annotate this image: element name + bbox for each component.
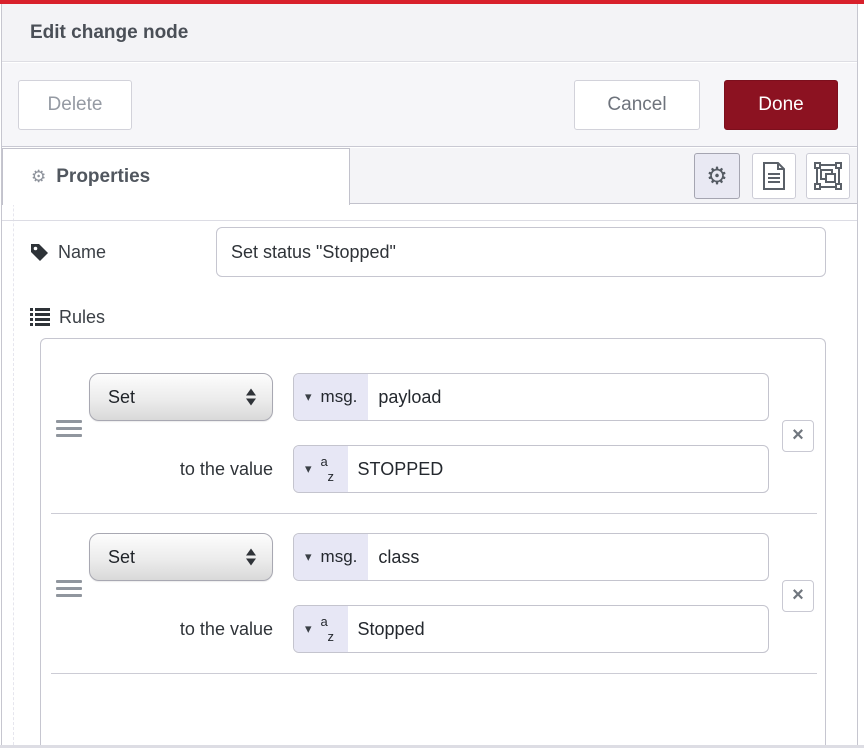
rule-property-typedinput: ▾ msg.	[293, 533, 769, 581]
rule-value-input[interactable]	[348, 446, 768, 492]
rule-separator	[51, 673, 817, 674]
done-button[interactable]: Done	[724, 80, 838, 130]
dialog-title: Edit change node	[2, 4, 857, 62]
typedinput-type-button[interactable]: ▾ msg.	[294, 374, 368, 420]
typedinput-type-button[interactable]: ▾ msg.	[294, 534, 368, 580]
rules-list: Set ▾ msg. × to the value ▾ az Set	[40, 338, 826, 748]
dialog-toolbar: Delete Cancel Done	[2, 63, 857, 147]
gear-icon: ⚙	[31, 167, 46, 187]
select-arrows-icon	[246, 389, 256, 406]
rule-drag-handle[interactable]	[56, 580, 82, 601]
rule-property-typedinput: ▾ msg.	[293, 373, 769, 421]
tab-properties-label: Properties	[56, 166, 150, 188]
rules-label-text: Rules	[59, 307, 105, 328]
tab-properties[interactable]: ⚙ Properties	[2, 148, 350, 205]
caret-down-icon: ▾	[305, 549, 312, 565]
description-tab-button[interactable]	[752, 153, 796, 199]
rule-value-input[interactable]	[348, 606, 768, 652]
rule-action-select[interactable]: Set	[89, 373, 273, 421]
document-icon	[762, 162, 786, 190]
name-input[interactable]	[216, 227, 826, 277]
appearance-group-icon	[814, 162, 842, 190]
rule-drag-handle[interactable]	[56, 420, 82, 441]
tag-icon	[30, 243, 49, 262]
rule-to-label: to the value	[89, 445, 273, 493]
content-divider	[2, 220, 857, 221]
rule-action-value: Set	[108, 387, 135, 408]
rule-value-typedinput: ▾ az	[293, 445, 769, 493]
typedinput-type-button[interactable]: ▾ az	[294, 606, 348, 652]
select-arrows-icon	[246, 549, 256, 566]
string-type-icon: az	[321, 614, 337, 644]
rule-action-select[interactable]: Set	[89, 533, 273, 581]
typedinput-type-label: msg.	[321, 547, 358, 567]
rule-delete-button[interactable]: ×	[782, 580, 814, 612]
list-icon	[30, 308, 50, 326]
name-label: Name	[30, 227, 106, 277]
rule-action-value: Set	[108, 547, 135, 568]
gear-icon: ⚙	[706, 162, 728, 191]
rule-value-typedinput: ▾ az	[293, 605, 769, 653]
typedinput-type-button[interactable]: ▾ az	[294, 446, 348, 492]
caret-down-icon: ▾	[305, 621, 312, 637]
appearance-tab-button[interactable]	[806, 153, 850, 199]
tray-right-border	[857, 4, 858, 748]
cancel-button[interactable]: Cancel	[574, 80, 700, 130]
properties-tab-button[interactable]: ⚙	[694, 153, 740, 199]
rule-separator	[51, 513, 817, 514]
rule-delete-button[interactable]: ×	[782, 420, 814, 452]
typedinput-type-label: msg.	[321, 387, 358, 407]
caret-down-icon: ▾	[305, 389, 312, 405]
rule-to-label: to the value	[89, 605, 273, 653]
rules-label: Rules	[30, 302, 105, 332]
rule-property-input[interactable]	[368, 534, 768, 580]
caret-down-icon: ▾	[305, 461, 312, 477]
delete-button[interactable]: Delete	[18, 80, 132, 130]
rule-property-input[interactable]	[368, 374, 768, 420]
string-type-icon: az	[321, 454, 337, 484]
name-label-text: Name	[58, 242, 106, 263]
